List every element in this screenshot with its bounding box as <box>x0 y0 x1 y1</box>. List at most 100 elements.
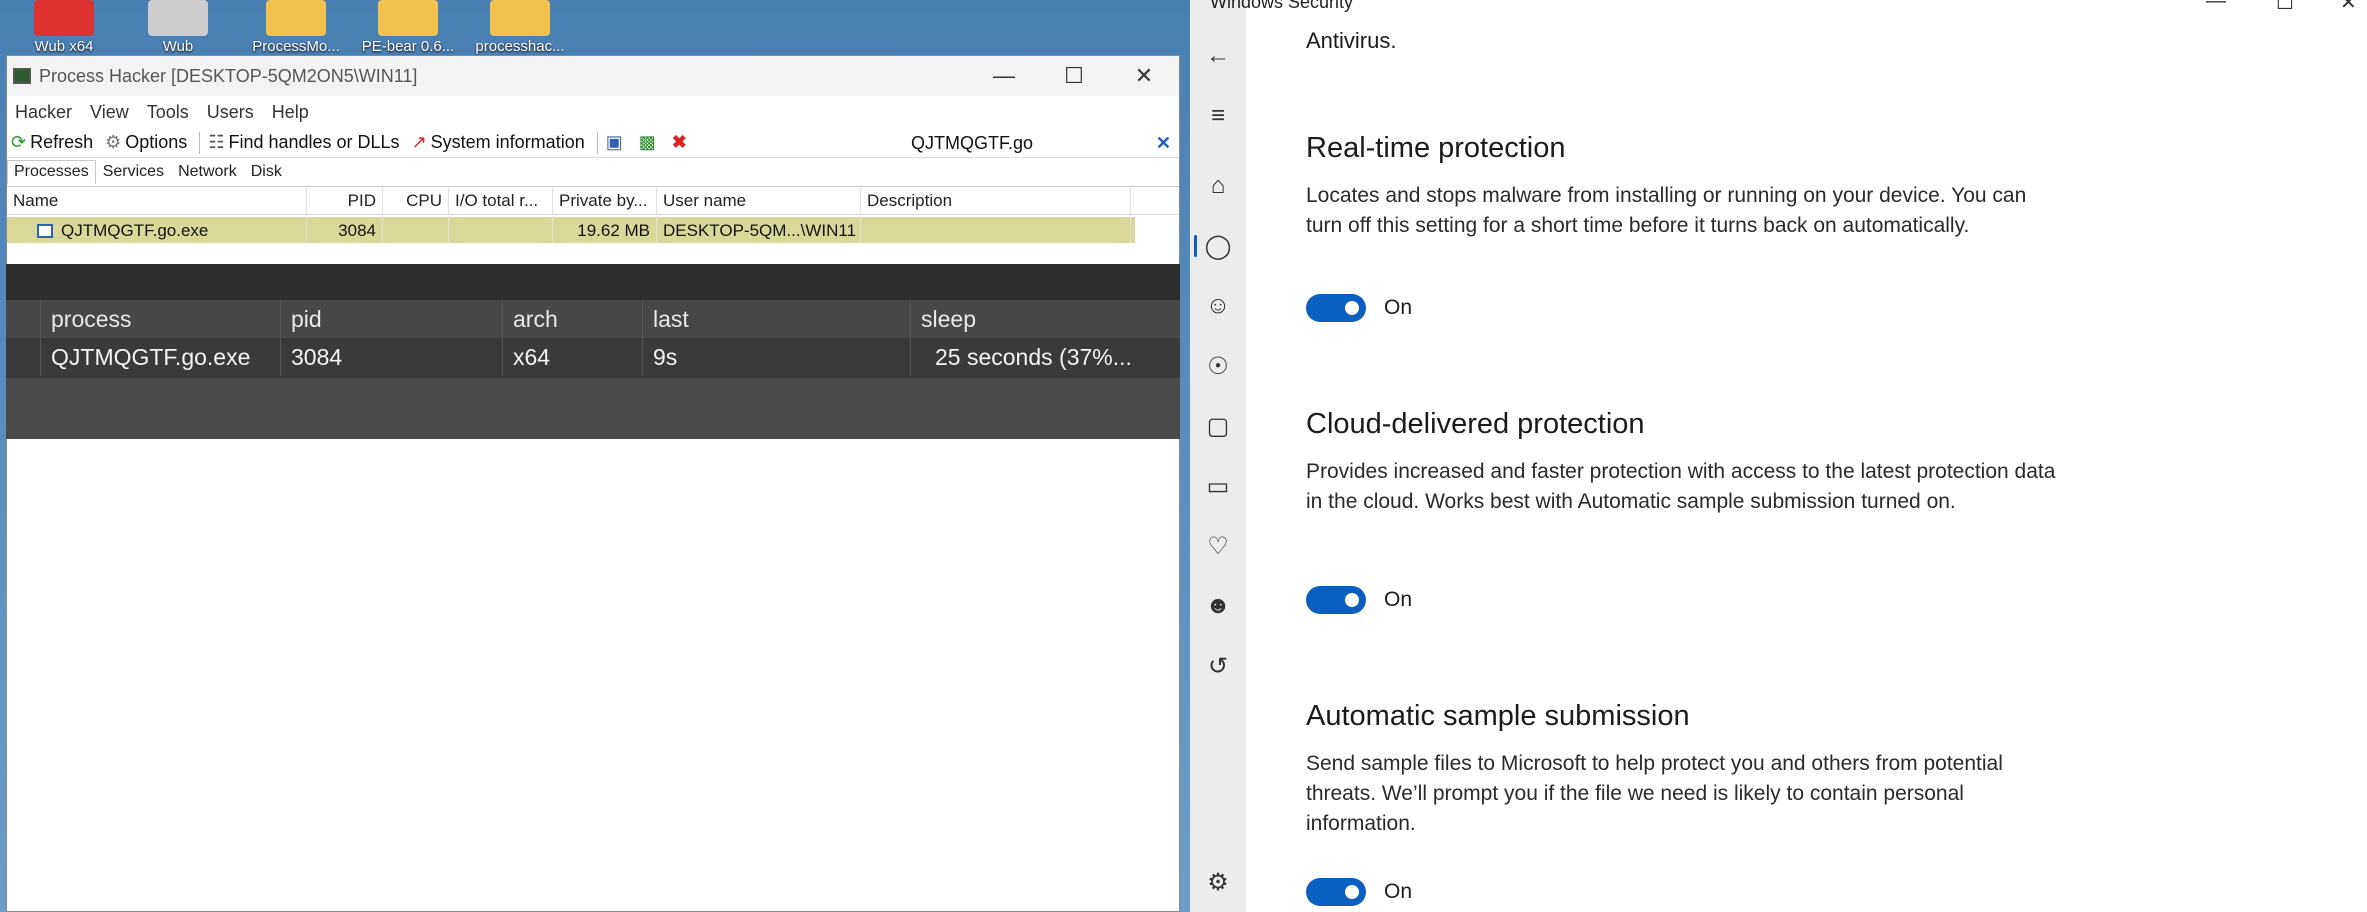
cell-cpu <box>383 217 449 243</box>
column-user-name[interactable]: User name <box>657 187 861 214</box>
search-input[interactable]: QJTMQGTF.go ✕ <box>907 131 1177 155</box>
close-button[interactable]: ✕ <box>2340 0 2357 15</box>
desktop-icon-label: Wub <box>162 38 194 55</box>
overlay-column-process[interactable]: process <box>40 300 280 338</box>
find-handles-button[interactable]: ☷ Find handles or DLLs <box>204 132 407 153</box>
shield-icon: ◯ <box>1204 232 1232 260</box>
desktop-icon-wub[interactable]: Wub <box>128 0 228 58</box>
family-icon: ☻ <box>1205 592 1231 619</box>
clear-search-icon[interactable]: ✕ <box>1156 133 1171 154</box>
desktop-icon-wub-x64[interactable]: Wub x64 <box>14 0 114 58</box>
history-icon: ↺ <box>1207 652 1229 680</box>
process-name: QJTMQGTF.go.exe <box>61 221 209 240</box>
table-row[interactable]: QJTMQGTF.go.exe 3084 19.62 MB DESKTOP-5Q… <box>7 217 1135 243</box>
real-time-protection-toggle[interactable]: On <box>1306 294 1412 322</box>
maximize-button[interactable]: ☐ <box>1039 56 1109 96</box>
overlay-cell-last: 9s <box>642 338 910 376</box>
overlay-gutter <box>6 338 40 376</box>
folder-icon <box>378 0 438 36</box>
toggle-switch[interactable] <box>1306 586 1366 614</box>
terminate-button[interactable]: ✖ <box>668 132 699 153</box>
cell-user-name: DESKTOP-5QM...\WIN11 <box>657 217 861 243</box>
options-button[interactable]: ⚙ Options <box>101 132 195 153</box>
window-go-button[interactable]: ▩ <box>635 132 668 153</box>
section-automatic-sample-submission: Automatic sample submission Send sample … <box>1306 700 2066 839</box>
home-icon: ⌂ <box>1210 172 1226 199</box>
nav-protection-history[interactable]: ↺ <box>1190 646 1246 686</box>
menu-hacker[interactable]: Hacker <box>7 98 82 126</box>
section-heading: Cloud-delivered protection <box>1306 408 1645 440</box>
toolbar-separator <box>596 131 598 154</box>
section-description: Locates and stops malware from installin… <box>1306 184 2027 237</box>
top-text: Antivirus. <box>1306 28 1397 53</box>
column-io-total[interactable]: I/O total r... <box>449 187 553 214</box>
tab-processes[interactable]: Processes <box>7 160 96 184</box>
menu-view[interactable]: View <box>82 98 139 126</box>
toggle-switch[interactable] <box>1306 878 1366 906</box>
title-bar[interactable]: Process Hacker [DESKTOP-5QM2ON5\WIN11] —… <box>7 56 1179 96</box>
nav-account-protection[interactable]: ☺ <box>1190 286 1246 326</box>
main-content: Antivirus. Real-time protection Locates … <box>1246 0 2367 912</box>
maximize-button[interactable]: ☐ <box>2276 0 2294 15</box>
nav-home[interactable]: ⌂ <box>1190 166 1246 206</box>
system-information-button[interactable]: ↗ System information <box>408 132 593 153</box>
automatic-sample-submission-toggle[interactable]: On <box>1306 878 1412 906</box>
process-list-header: Name PID CPU I/O total r... Private by..… <box>7 187 1179 215</box>
nav-firewall[interactable]: ☉ <box>1190 346 1246 386</box>
tab-disk[interactable]: Disk <box>244 160 289 184</box>
column-cpu[interactable]: CPU <box>383 187 449 214</box>
tab-services[interactable]: Services <box>96 160 171 184</box>
window-icon-button[interactable]: ▣ <box>602 132 635 153</box>
column-description[interactable]: Description <box>861 187 1131 214</box>
overlay-column-arch[interactable]: arch <box>502 300 642 338</box>
desktop-icon-label: Wub x64 <box>34 38 94 55</box>
toggle-switch[interactable] <box>1306 294 1366 322</box>
column-name[interactable]: Name <box>7 187 307 214</box>
cloud-delivered-protection-toggle[interactable]: On <box>1306 586 1412 614</box>
cell-description <box>861 217 1131 243</box>
menu-tools[interactable]: Tools <box>139 98 199 126</box>
nav-device-security[interactable]: ▭ <box>1190 466 1246 506</box>
nav-virus-protection[interactable]: ◯ <box>1190 226 1246 266</box>
cell-io <box>449 217 553 243</box>
back-arrow-icon: ← <box>1206 42 1230 69</box>
heart-pulse-icon: ♡ <box>1207 532 1229 560</box>
app-icon <box>34 0 94 36</box>
nav-app-browser[interactable]: ▢ <box>1190 406 1246 446</box>
back-button[interactable]: ← <box>1190 36 1246 76</box>
options-label: Options <box>125 132 188 152</box>
overlay-column-last[interactable]: last <box>642 300 910 338</box>
column-pid[interactable]: PID <box>307 187 383 214</box>
minimize-button[interactable]: — <box>969 56 1039 96</box>
tab-network[interactable]: Network <box>171 160 244 184</box>
desktop-icon-pe-bear[interactable]: PE-bear 0.6... <box>358 0 458 58</box>
menu-users[interactable]: Users <box>199 98 264 126</box>
desktop-icon-processhac[interactable]: processhac... <box>470 0 570 58</box>
close-button[interactable]: ✕ <box>1109 56 1179 96</box>
nav-device-health[interactable]: ♡ <box>1190 526 1246 566</box>
overlay-column-pid[interactable]: pid <box>280 300 502 338</box>
tab-strip: Processes Services Network Disk <box>7 160 289 184</box>
cell-name: QJTMQGTF.go.exe <box>7 217 307 243</box>
desktop-icon-processmo[interactable]: ProcessMo... <box>246 0 346 58</box>
overlay-cell-sleep: 25 seconds (37%... <box>910 338 1180 376</box>
minimize-button[interactable]: — <box>2206 0 2226 13</box>
menu-button[interactable]: ≡ <box>1190 96 1246 136</box>
column-private-bytes[interactable]: Private by... <box>553 187 657 214</box>
overlay-gutter <box>6 300 40 338</box>
menu-help[interactable]: Help <box>264 98 319 126</box>
desktop-icon-label: PE-bear 0.6... <box>361 38 455 55</box>
toggle-state-label: On <box>1384 880 1413 903</box>
overlay-column-sleep[interactable]: sleep <box>910 300 1180 338</box>
nav-family-options[interactable]: ☻ <box>1190 586 1246 626</box>
find-handles-label: Find handles or DLLs <box>228 132 400 152</box>
cell-pid: 3084 <box>307 217 383 243</box>
chart-icon: ↗ <box>411 132 427 152</box>
refresh-button[interactable]: ⟳ Refresh <box>7 132 101 153</box>
browser-icon: ▢ <box>1206 412 1230 440</box>
overlay-table-row[interactable]: QJTMQGTF.go.exe 3084 x64 9s 25 seconds (… <box>6 338 1180 376</box>
search-value: QJTMQGTF.go <box>911 132 1034 153</box>
nav-settings[interactable]: ⚙ <box>1190 862 1246 902</box>
toggle-state-label: On <box>1384 588 1413 611</box>
section-real-time-protection: Real-time protection Locates and stops m… <box>1306 132 2066 241</box>
